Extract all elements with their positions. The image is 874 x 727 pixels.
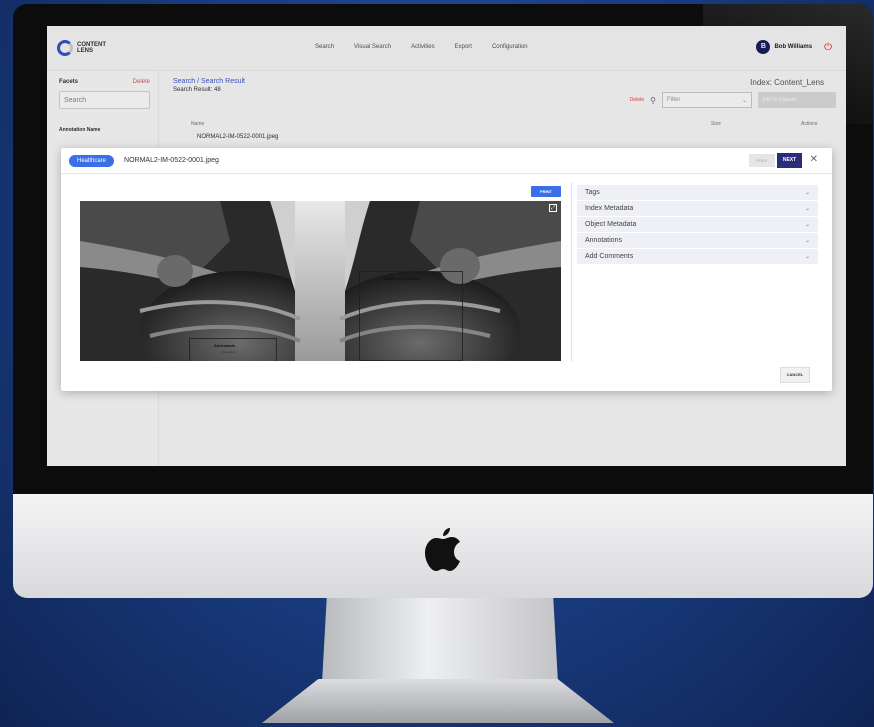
annotation-label-atelectasis: Atelectasis [214, 343, 236, 348]
modal-header: Healthcare NORMAL2-IM-0522-0001.jpeg PRE… [61, 148, 832, 174]
accordion-index-metadata[interactable]: Index Metadata ⌄ [577, 201, 818, 217]
accordion-annotations[interactable]: Annotations ⌄ [577, 233, 818, 249]
accordion-add-comments[interactable]: Add Comments ⌄ [577, 249, 818, 265]
chevron-down-icon: ⌄ [804, 206, 810, 212]
annotation-box-atelectasis[interactable]: Atelectasis Annotation [189, 338, 277, 361]
xray-image[interactable]: ⤢ Aortic enlargement Annotation Atelecta… [80, 201, 561, 361]
accordion-label: Annotations [585, 237, 622, 244]
accordion-label: Tags [585, 189, 600, 196]
fullscreen-icon[interactable]: ⤢ [549, 204, 557, 212]
print-button[interactable]: PRINT [531, 186, 561, 197]
accordion-tags[interactable]: Tags ⌄ [577, 185, 818, 201]
accordion-label: Add Comments [585, 253, 634, 260]
metadata-accordion: Tags ⌄ Index Metadata ⌄ Object Metadata … [577, 185, 818, 265]
monitor-stand-neck [322, 598, 558, 683]
annotation-label-aortic: Aortic enlargement [384, 276, 421, 281]
panel-divider [571, 182, 572, 362]
prev-button[interactable]: PREV [749, 154, 775, 167]
accordion-label: Index Metadata [585, 205, 634, 212]
annotation-box-aortic[interactable]: Aortic enlargement Annotation [359, 271, 463, 361]
chevron-down-icon: ⌄ [804, 238, 810, 244]
image-preview-modal: Healthcare NORMAL2-IM-0522-0001.jpeg PRE… [61, 148, 832, 391]
annotation-sub-atelectasis: Annotation [221, 350, 236, 354]
chevron-down-icon: ⌄ [804, 254, 810, 260]
modal-filename: NORMAL2-IM-0522-0001.jpeg [124, 157, 219, 164]
chevron-down-icon: ⌄ [804, 222, 810, 228]
accordion-object-metadata[interactable]: Object Metadata ⌄ [577, 217, 818, 233]
monitor-stand-foot [262, 679, 614, 723]
accordion-label: Object Metadata [585, 221, 637, 228]
annotation-sub-aortic: Annotation [398, 283, 413, 287]
app-screen: CONTENT LENS Search Visual Search Activi… [47, 26, 846, 466]
chevron-down-icon: ⌄ [804, 190, 810, 196]
cancel-button[interactable]: CANCEL [780, 367, 810, 383]
category-tag[interactable]: Healthcare [69, 154, 115, 167]
apple-logo-icon [425, 528, 460, 571]
xray-picture [80, 201, 561, 361]
next-button[interactable]: NEXT [777, 153, 802, 168]
close-icon[interactable]: ✕ [810, 154, 818, 165]
